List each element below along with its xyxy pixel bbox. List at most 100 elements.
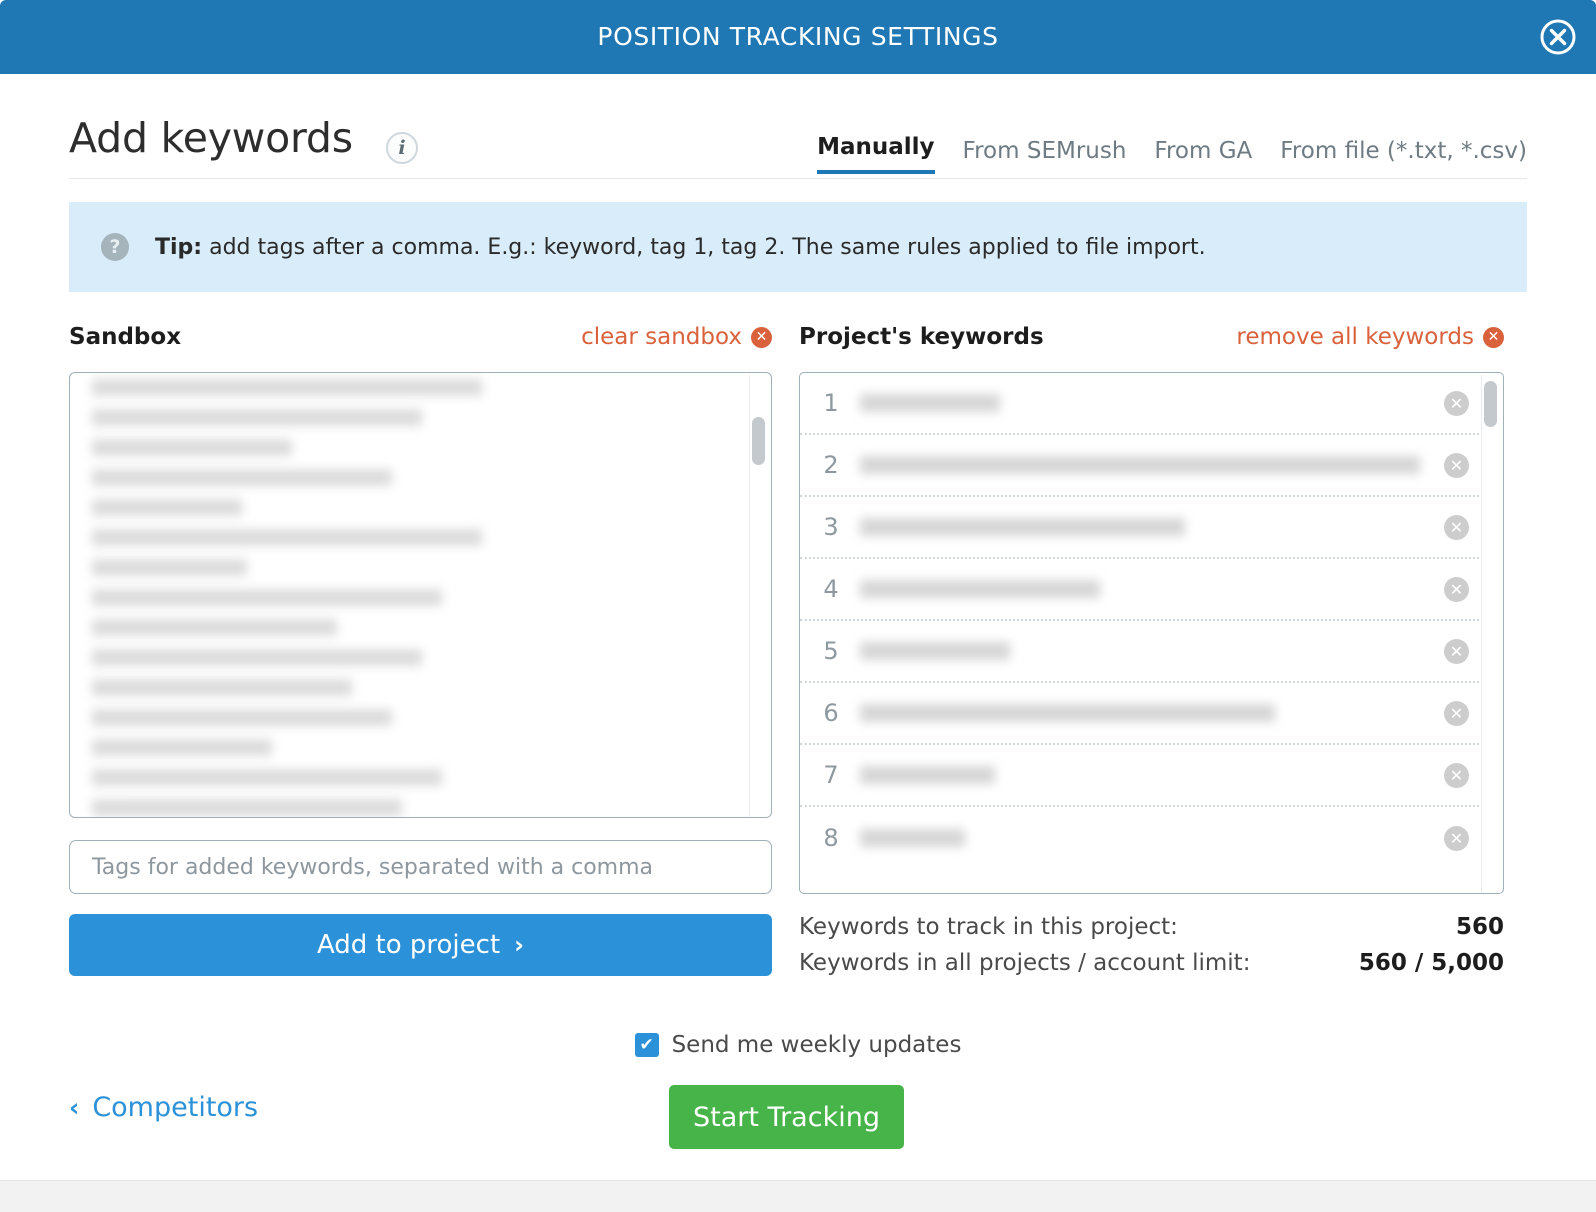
sandbox-line <box>92 679 352 696</box>
sandbox-blurred-content <box>92 379 482 817</box>
add-to-project-button[interactable]: Add to project › <box>69 914 772 976</box>
weekly-updates-label: Send me weekly updates <box>671 1032 962 1058</box>
sandbox-line <box>92 619 337 636</box>
sandbox-line <box>92 469 392 486</box>
row-index: 5 <box>823 637 839 665</box>
sandbox-line <box>92 379 482 396</box>
modal-titlebar: POSITION TRACKING SETTINGS <box>0 0 1596 74</box>
keyword-text <box>854 766 1434 784</box>
remove-keyword-icon[interactable]: ✕ <box>1444 700 1469 726</box>
keyword-text <box>854 394 1434 412</box>
sandbox-line <box>92 559 247 576</box>
keyword-text <box>854 642 1434 660</box>
header-divider <box>69 178 1527 179</box>
sandbox-textarea[interactable] <box>69 372 772 818</box>
tip-label: Tip: <box>155 234 203 260</box>
keyword-text <box>854 580 1434 598</box>
table-row[interactable]: 4 ✕ <box>800 559 1483 621</box>
modal-body: Add keywords i Manually From SEMrush Fro… <box>0 74 1596 1212</box>
remove-keyword-icon[interactable]: ✕ <box>1444 638 1469 664</box>
tab-from-semrush[interactable]: From SEMrush <box>963 138 1127 174</box>
keyword-rows: 1 ✕ 2 ✕ 3 ✕ 4 ✕ 5 ✕ 6 ✕ 7 ✕ 8 ✕ <box>800 373 1483 869</box>
table-row[interactable]: 1 ✕ <box>800 373 1483 435</box>
sandbox-line <box>92 769 442 786</box>
clear-sandbox-x-icon: ✕ <box>751 326 772 348</box>
keyword-list: 1 ✕ 2 ✕ 3 ✕ 4 ✕ 5 ✕ 6 ✕ 7 ✕ 8 ✕ <box>799 372 1504 894</box>
remove-keyword-icon[interactable]: ✕ <box>1444 514 1469 540</box>
stat-label-account: Keywords in all projects / account limit… <box>799 950 1251 976</box>
chevron-left-icon: ‹ <box>69 1093 80 1122</box>
row-index: 2 <box>823 451 839 479</box>
sandbox-line <box>92 499 242 516</box>
sandbox-line <box>92 709 392 726</box>
row-index: 1 <box>823 389 839 417</box>
sandbox-line <box>92 649 422 666</box>
project-keywords-header: Project's keywords remove all keywords ✕ <box>799 324 1504 360</box>
info-icon[interactable]: i <box>386 132 418 164</box>
keyword-text-line <box>860 829 965 847</box>
keyword-text-line <box>860 456 1420 474</box>
sandbox-title: Sandbox <box>69 324 182 350</box>
tab-from-file[interactable]: From file (*.txt, *.csv) <box>1280 138 1527 174</box>
keyword-stats: Keywords to track in this project: 560 K… <box>799 914 1504 976</box>
keyword-text-line <box>860 642 1010 660</box>
remove-keyword-icon[interactable]: ✕ <box>1444 825 1469 851</box>
table-row[interactable]: 5 ✕ <box>800 621 1483 683</box>
table-row[interactable]: 2 ✕ <box>800 435 1483 497</box>
keyword-text <box>854 456 1434 474</box>
sandbox-line <box>92 739 272 756</box>
sandbox-line <box>92 439 292 456</box>
tags-input[interactable] <box>69 840 772 894</box>
competitors-back-link[interactable]: ‹ Competitors <box>69 1092 258 1123</box>
keyword-text-line <box>860 704 1275 722</box>
stat-row-project: Keywords to track in this project: 560 <box>799 914 1504 940</box>
stat-label-project: Keywords to track in this project: <box>799 914 1178 940</box>
keyword-text-line <box>860 766 995 784</box>
project-keywords-column: Project's keywords remove all keywords ✕… <box>799 324 1504 986</box>
project-keywords-title: Project's keywords <box>799 324 1044 350</box>
row-index: 4 <box>823 575 839 603</box>
source-tabs: Manually From SEMrush From GA From file … <box>817 134 1527 174</box>
remove-all-keywords-link[interactable]: remove all keywords ✕ <box>1236 324 1504 350</box>
table-row[interactable]: 7 ✕ <box>800 745 1483 807</box>
table-row[interactable]: 3 ✕ <box>800 497 1483 559</box>
keyword-text <box>854 704 1434 722</box>
keyword-text <box>854 518 1434 536</box>
remove-keyword-icon[interactable]: ✕ <box>1444 576 1469 602</box>
tab-from-ga[interactable]: From GA <box>1154 138 1252 174</box>
keyword-text-line <box>860 580 1100 598</box>
keyword-text <box>854 829 1434 847</box>
stat-value-project: 560 <box>1455 914 1504 940</box>
weekly-updates-checkbox[interactable]: ✔ <box>634 1033 659 1057</box>
add-to-project-label: Add to project <box>316 930 501 960</box>
remove-keyword-icon[interactable]: ✕ <box>1444 762 1469 788</box>
clear-sandbox-label: clear sandbox <box>581 324 742 350</box>
remove-keyword-icon[interactable]: ✕ <box>1444 452 1469 478</box>
sandbox-scrollbar[interactable] <box>749 375 769 817</box>
tip-body: add tags after a comma. E.g.: keyword, t… <box>202 234 1206 260</box>
sandbox-scrollbar-thumb[interactable] <box>752 417 765 465</box>
weekly-updates-row: ✔ Send me weekly updates <box>0 1032 1596 1058</box>
remove-all-keywords-label: remove all keywords <box>1236 324 1474 350</box>
sandbox-header: Sandbox clear sandbox ✕ <box>69 324 772 360</box>
sandbox-line <box>92 529 482 546</box>
remove-keyword-icon[interactable]: ✕ <box>1444 390 1469 416</box>
stat-row-account: Keywords in all projects / account limit… <box>799 950 1504 976</box>
modal-title: POSITION TRACKING SETTINGS <box>597 22 999 51</box>
table-row[interactable]: 8 ✕ <box>800 807 1483 869</box>
question-mark-icon: ? <box>101 233 129 261</box>
competitors-label: Competitors <box>92 1092 259 1123</box>
row-index: 8 <box>823 824 839 852</box>
clear-sandbox-link[interactable]: clear sandbox ✕ <box>581 324 772 350</box>
keyword-list-scrollbar[interactable] <box>1481 375 1501 893</box>
start-tracking-button[interactable]: Start Tracking <box>669 1085 904 1149</box>
footer-strip <box>0 1180 1596 1212</box>
page-title: Add keywords <box>69 114 353 162</box>
tip-banner: ? Tip: add tags after a comma. E.g.: key… <box>69 202 1527 292</box>
tab-manually[interactable]: Manually <box>817 134 935 174</box>
sandbox-line <box>92 409 422 426</box>
chevron-right-icon: › <box>514 931 525 959</box>
table-row[interactable]: 6 ✕ <box>800 683 1483 745</box>
close-icon[interactable] <box>1538 17 1578 57</box>
keyword-list-scrollbar-thumb[interactable] <box>1484 381 1497 427</box>
